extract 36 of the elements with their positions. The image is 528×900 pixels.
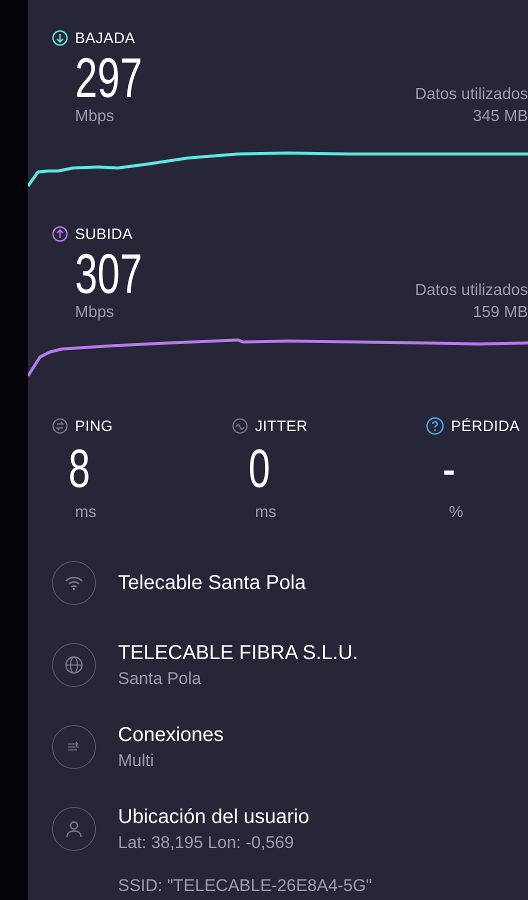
speed-value: 297 xyxy=(75,50,142,106)
metric-label: PING xyxy=(75,418,113,434)
speed-value: 307 xyxy=(75,246,142,302)
info-title: TELECABLE FIBRA S.L.U. xyxy=(118,642,358,664)
metric-label: PÉRDIDA xyxy=(451,418,520,434)
connections-icon xyxy=(67,741,81,753)
metric-label: JITTER xyxy=(255,418,308,434)
data-used-value: 345 MB xyxy=(472,107,528,127)
section-label: BAJADA xyxy=(75,30,136,46)
metric-value: 8 xyxy=(68,438,92,500)
unit-label: % xyxy=(448,503,464,523)
download-icon xyxy=(52,30,68,46)
info-title: Ubicación del usuario xyxy=(118,806,310,828)
unit-label: Mbps xyxy=(75,303,116,323)
data-used-value: 159 MB xyxy=(472,303,528,323)
upload-icon xyxy=(52,226,68,242)
unit-label: ms xyxy=(254,503,278,523)
unit-label: Mbps xyxy=(75,107,116,127)
help-icon[interactable] xyxy=(426,417,444,435)
data-used-label: Datos utilizados xyxy=(415,85,528,105)
info-subtitle: Santa Pola xyxy=(118,668,202,688)
user-icon xyxy=(64,819,84,839)
wifi-icon xyxy=(64,575,84,591)
metric-value: - xyxy=(442,438,456,500)
info-subtitle: Lat: 38,195 Lon: -0,569 xyxy=(118,832,295,852)
info-title: Telecable Santa Pola xyxy=(118,572,306,594)
globe-icon xyxy=(64,655,84,675)
jitter-icon xyxy=(232,418,248,434)
ssid-text: SSID: "TELECABLE-26E8A4-5G" xyxy=(117,876,373,896)
data-used-label: Datos utilizados xyxy=(415,281,528,301)
metric-value: 0 xyxy=(248,438,272,500)
ping-icon xyxy=(52,418,68,434)
section-label: SUBIDA xyxy=(75,226,133,242)
info-title: Conexiones xyxy=(118,724,224,746)
info-subtitle: Multi xyxy=(118,750,155,770)
unit-label: ms xyxy=(74,503,98,523)
